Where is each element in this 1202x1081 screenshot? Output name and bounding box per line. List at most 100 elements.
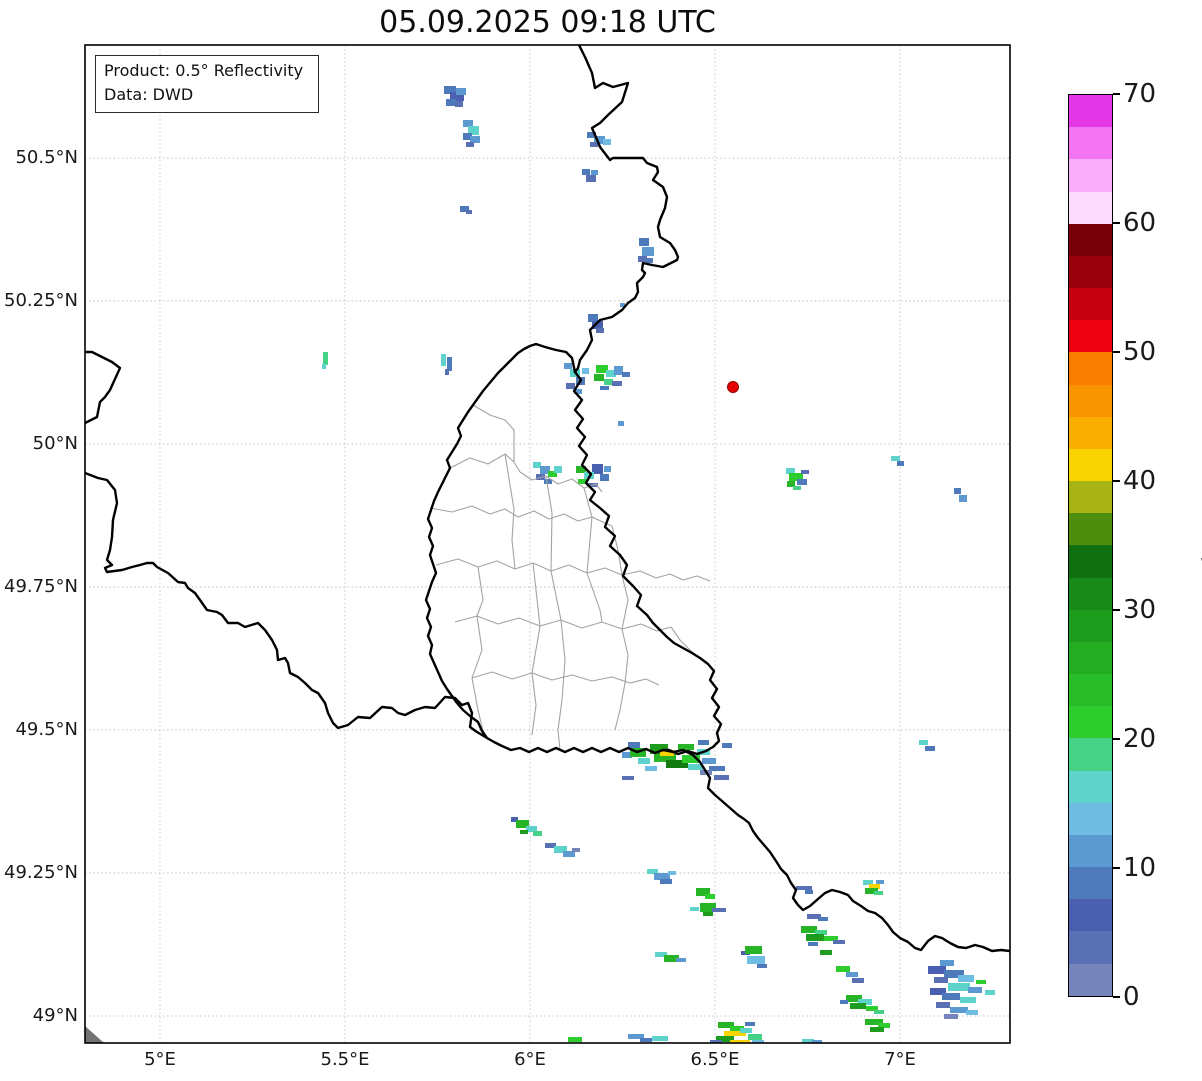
product-annotation-box: Product: 0.5° Reflectivity Data: DWD xyxy=(95,55,319,113)
radar-echo-cell xyxy=(934,977,948,983)
y-tick-label: 50.5°N xyxy=(0,147,78,169)
radar-echo-cell xyxy=(705,894,715,899)
radar-echo-cell xyxy=(600,474,609,481)
colorbar-segment xyxy=(1069,642,1112,674)
radar-echo-cell xyxy=(714,775,729,780)
radar-echo-cell xyxy=(919,740,928,745)
y-tick-label: 49.75°N xyxy=(0,576,78,598)
radar-echo-cell xyxy=(801,470,809,474)
colorbar-segment xyxy=(1069,610,1112,642)
radar-echo-cell xyxy=(976,980,986,984)
radar-echo-cell xyxy=(441,354,446,366)
radar-echo-cell xyxy=(966,1010,978,1015)
data-source-line: Data: DWD xyxy=(104,83,310,107)
radar-echo-cell xyxy=(456,88,466,95)
colorbar-segment xyxy=(1069,899,1112,931)
x-tick-label: 7°E xyxy=(855,1049,945,1070)
colorbar-segment xyxy=(1069,449,1112,481)
radar-echo-cell xyxy=(660,879,672,884)
radar-echo-cell xyxy=(612,381,622,386)
radar-echo-cell xyxy=(928,966,946,974)
radar-echo-cell xyxy=(594,374,604,381)
radar-echo-cell xyxy=(897,461,904,466)
radar-echo-cell xyxy=(712,908,726,912)
y-tick-label: 50.25°N xyxy=(0,290,78,312)
colorbar-tick-label: 70 xyxy=(1123,80,1183,108)
radar-echo-cell xyxy=(676,958,686,962)
radar-echo-cell xyxy=(596,328,604,333)
radar-echo-cell xyxy=(698,740,709,745)
colorbar-segment xyxy=(1069,159,1112,191)
radar-echo-cell xyxy=(940,960,954,966)
colorbar-segment xyxy=(1069,803,1112,835)
radar-echo-cell xyxy=(745,1022,755,1026)
colorbar-tick-label: 50 xyxy=(1123,338,1183,366)
radar-echo-cell xyxy=(818,917,828,921)
colorbar-segment xyxy=(1069,192,1112,224)
radar-echo-cell xyxy=(568,1037,582,1042)
radar-map-figure: 05.09.2025 09:18 UTC Product: 0.5° Refle… xyxy=(0,0,1202,1081)
colorbar xyxy=(1068,94,1113,997)
colorbar-tick-mark xyxy=(1113,996,1120,998)
district-border xyxy=(455,616,671,631)
colorbar-segment xyxy=(1069,481,1112,513)
colorbar-segment xyxy=(1069,385,1112,417)
colorbar-segment xyxy=(1069,513,1112,545)
radar-echo-cell xyxy=(722,743,732,748)
colorbar-tick-mark xyxy=(1113,351,1120,353)
radar-echo-cell xyxy=(618,421,624,426)
radar-site-marker xyxy=(728,382,739,393)
radar-echo-cell xyxy=(747,956,765,964)
radar-echo-cell xyxy=(668,871,676,875)
colorbar-segment xyxy=(1069,706,1112,738)
radar-echo-cell xyxy=(702,758,716,764)
district-border xyxy=(436,559,710,581)
product-line: Product: 0.5° Reflectivity xyxy=(104,59,310,83)
colorbar-tick-label: 10 xyxy=(1123,854,1183,882)
radar-echo-cell xyxy=(588,314,598,322)
radar-echo-cell xyxy=(840,1000,848,1004)
colorbar-segment xyxy=(1069,738,1112,770)
radar-echo-cell xyxy=(520,830,528,834)
colorbar-segment xyxy=(1069,95,1112,127)
radar-echo-cell xyxy=(445,369,449,375)
colorbar-tick-label: 0 xyxy=(1123,983,1183,1011)
radar-echo-cell xyxy=(603,139,611,145)
radar-echo-cell xyxy=(846,972,858,977)
radar-echo-cell xyxy=(690,907,699,911)
district-border xyxy=(473,405,514,462)
radar-echo-cell xyxy=(533,831,542,836)
radar-echo-cell xyxy=(740,1028,752,1033)
y-tick-label: 49.25°N xyxy=(0,862,78,884)
radar-echo-cell xyxy=(646,258,653,263)
radar-echo-cell xyxy=(604,379,613,385)
radar-echo-cell xyxy=(796,886,812,890)
colorbar-tick-label: 30 xyxy=(1123,596,1183,624)
radar-echo-cell xyxy=(950,1007,968,1013)
district-border xyxy=(472,672,659,685)
radar-echo-cell xyxy=(470,136,480,143)
radar-echo-cell xyxy=(554,466,562,473)
radar-echo-cell xyxy=(639,238,649,246)
radar-echo-cell xyxy=(942,993,960,1000)
radar-echo-cell xyxy=(622,776,634,780)
radar-echo-cell xyxy=(582,368,589,374)
radar-echo-cell xyxy=(654,873,670,880)
radar-echo-cell xyxy=(586,175,596,182)
radar-echo-cell xyxy=(463,120,473,127)
figure-title: 05.09.2025 09:18 UTC xyxy=(85,5,1010,40)
y-tick-label: 49°N xyxy=(0,1005,78,1027)
country-border xyxy=(575,43,678,372)
radar-echo-cell xyxy=(958,975,974,982)
colorbar-segment xyxy=(1069,545,1112,577)
radar-echo-cell xyxy=(322,364,326,369)
radar-echo-cell xyxy=(833,940,845,944)
colorbar-tick-mark xyxy=(1113,867,1120,869)
radar-echo-cell xyxy=(640,1038,652,1042)
radar-echo-cell xyxy=(622,372,630,377)
radar-echo-cell xyxy=(985,990,995,995)
country-border xyxy=(426,344,721,754)
radar-echo-cell xyxy=(793,486,801,490)
district-border xyxy=(430,506,612,526)
radar-echo-cell xyxy=(836,966,850,972)
